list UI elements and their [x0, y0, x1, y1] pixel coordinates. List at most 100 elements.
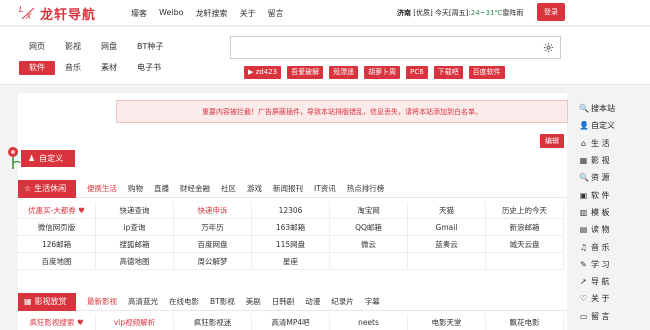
subtab[interactable]: 购物 [128, 183, 143, 194]
link-cell[interactable]: 历史上的今天 [486, 202, 564, 219]
sidebar-item[interactable]: ▥ 模 板 [574, 204, 636, 221]
link-cell[interactable]: 优惠买-大都券 ♥ [18, 202, 96, 219]
link-cell[interactable]: ip查询 [96, 219, 174, 236]
section-title: 生活休闲 [34, 184, 67, 193]
sidebar-item[interactable]: ⌂ 生 活 [574, 135, 636, 152]
link-cell[interactable]: neets [330, 314, 408, 330]
subtab[interactable]: 财经金融 [180, 183, 210, 194]
gear-icon[interactable] [543, 42, 554, 53]
tab-software[interactable]: 软件 [19, 60, 55, 75]
link-cell[interactable]: 百度地图 [18, 253, 96, 270]
sidebar-item[interactable]: ▣ 软 件 [574, 186, 636, 203]
link-cell[interactable]: vip视频解析 [96, 314, 174, 330]
sidebar-item[interactable]: ▦ 影 视 [574, 152, 636, 169]
subtab[interactable]: 最新影视 [87, 296, 117, 307]
tab-video[interactable]: 影视 [55, 40, 91, 54]
nav-link-weibo[interactable]: Weibo [159, 8, 184, 19]
link-cell[interactable]: 疯狂影视搜索 ♥ [18, 314, 96, 330]
link-cell[interactable]: 微云 [330, 236, 408, 253]
quick-link[interactable]: 胡萝卜周 [364, 66, 401, 79]
sidebar-item[interactable]: ✎ 学 习 [574, 256, 636, 273]
subtab[interactable]: 便携生活 [87, 183, 117, 194]
link-cell[interactable]: 疯狂影视迷 [174, 314, 252, 330]
section-video-label[interactable]: ▦ 影视放赏 [18, 292, 76, 311]
subtab[interactable]: IT资讯 [314, 183, 336, 194]
tab-web[interactable]: 网页 [19, 40, 55, 54]
link-cell[interactable]: 飘花电影 [486, 314, 564, 330]
sidebar-item[interactable]: ♫ 音 乐 [574, 238, 636, 255]
subtab[interactable]: 热点排行榜 [347, 183, 385, 194]
subtab[interactable]: 纪录片 [331, 296, 354, 307]
link-cell[interactable]: 搜狐邮箱 [96, 236, 174, 253]
sidebar-item[interactable]: 🔍 搜本站 [574, 100, 636, 117]
subtab[interactable]: 新闻报刊 [273, 183, 303, 194]
tab-material[interactable]: 素材 [91, 61, 127, 75]
sidebar-item-label: 软 件 [591, 190, 610, 200]
quick-link[interactable]: ▶ zd423 [244, 66, 282, 79]
link-cell[interactable]: 天猫 [408, 202, 486, 219]
tab-netdisk[interactable]: 网盘 [91, 40, 127, 54]
link-cell[interactable]: 12306 [252, 202, 330, 219]
search-input[interactable] [230, 36, 561, 59]
login-button[interactable]: 登录 [537, 3, 565, 21]
sidebar-item-label: 模 板 [591, 207, 610, 217]
sidebar-item[interactable]: 👤 自定义 [574, 117, 636, 134]
link-cell[interactable]: 城天云盘 [486, 236, 564, 253]
sidebar-item[interactable]: ▭ 留 言 [574, 308, 636, 325]
link-cell[interactable]: 星座 [252, 253, 330, 270]
link-cell[interactable]: 蓝奏云 [408, 236, 486, 253]
subtab[interactable]: 字幕 [365, 296, 380, 307]
subtab[interactable]: 在线电影 [169, 296, 199, 307]
link-cell[interactable]: 快递申诉 [174, 202, 252, 219]
link-cell[interactable]: 126邮箱 [18, 236, 96, 253]
nav-link-message[interactable]: 留言 [268, 8, 284, 19]
tab-music[interactable]: 音乐 [55, 61, 91, 75]
quick-link[interactable]: 吾爱破解 [287, 66, 324, 79]
sidebar-item[interactable]: ♡ 关 于 [574, 290, 636, 307]
link-cell[interactable]: 万年历 [174, 219, 252, 236]
custom-tab[interactable]: ♟ 自定义 [21, 150, 75, 167]
link-cell[interactable]: 115网盘 [252, 236, 330, 253]
link-cell[interactable]: 高德地图 [96, 253, 174, 270]
tab-ebook[interactable]: 电子书 [127, 61, 171, 75]
subtab[interactable]: 动漫 [305, 296, 320, 307]
subtab[interactable]: 美剧 [246, 296, 261, 307]
subtab[interactable]: 直播 [154, 183, 169, 194]
sidebar-item[interactable]: 🔍 资 源 [574, 169, 636, 186]
sidebar-item[interactable]: ▤ 读 物 [574, 221, 636, 238]
link-cell[interactable]: 163邮箱 [252, 219, 330, 236]
tab-bt[interactable]: BT种子 [127, 40, 173, 54]
link-cell[interactable]: 快递查询 [96, 202, 174, 219]
link-cell[interactable]: 微信网页版 [18, 219, 96, 236]
nav-link-search[interactable]: 龙轩搜索 [196, 8, 228, 19]
link-cell[interactable]: 高清MP4吧 [252, 314, 330, 330]
weather-widget[interactable]: 济南 [优质] 今天[周五]:24~31℃雷阵雨 [397, 8, 523, 18]
section-life-label[interactable]: ☆ 生活休闲 [18, 179, 76, 198]
heart-icon: ♡ [579, 294, 588, 304]
quick-link[interactable]: PC6 [406, 66, 428, 79]
sidebar-item[interactable]: ➚ 导 航 [574, 273, 636, 290]
edit-button[interactable]: 编辑 [540, 134, 564, 148]
subtab[interactable]: 高清蓝光 [128, 296, 158, 307]
subtab[interactable]: 日韩剧 [272, 296, 295, 307]
subtab[interactable]: 游戏 [247, 183, 262, 194]
link-cell[interactable]: Gmail [408, 219, 486, 236]
section-life-grid: 优惠买-大都券 ♥ 快递查询 快递申诉 12306 淘宝网 天猫 历史上的今天微信网页版 ip… [18, 202, 567, 270]
link-cell[interactable]: 百度网盘 [174, 236, 252, 253]
quick-link[interactable]: 殁漂遥 [329, 66, 359, 79]
quick-link[interactable]: 下载吧 [433, 66, 463, 79]
logo[interactable]: L X 龙轩导航 [18, 4, 96, 24]
quick-link[interactable]: 百度软件 [468, 66, 505, 79]
link-cell[interactable]: 周公解梦 [174, 253, 252, 270]
link-cell[interactable]: 电影天堂 [408, 314, 486, 330]
search-icon: 🔍 [579, 104, 589, 114]
link-cell[interactable]: QQ邮箱 [330, 219, 408, 236]
subtab[interactable]: 社区 [221, 183, 236, 194]
nav-link-haoke[interactable]: 壕客 [131, 8, 147, 19]
nav-link-about[interactable]: 关于 [240, 8, 256, 19]
sidebar-item-label: 资 源 [591, 173, 610, 183]
film-icon: ▦ [24, 297, 32, 306]
link-cell[interactable]: 新浪邮箱 [486, 219, 564, 236]
link-cell[interactable]: 淘宝网 [330, 202, 408, 219]
subtab[interactable]: BT影视 [210, 296, 235, 307]
